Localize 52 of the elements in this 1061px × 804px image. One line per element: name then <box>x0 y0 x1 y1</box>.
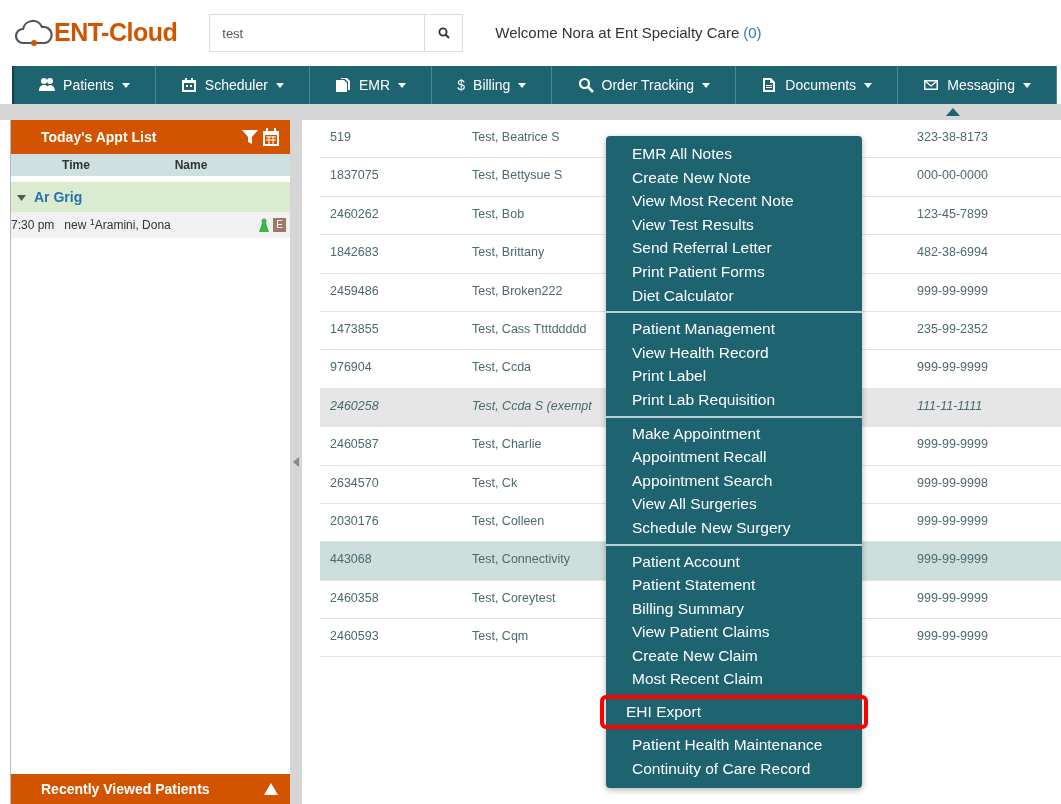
table-cell: Test, Cass Ttttddddd <box>472 321 587 336</box>
table-cell: Test, Connectivity <box>472 552 570 567</box>
table-cell: Test, Brittany <box>472 245 545 260</box>
table-cell: Test, Ck <box>472 475 518 490</box>
table-cell: Test, Colleen <box>472 513 545 528</box>
table-cell-text: 999-99-9999 <box>917 551 988 569</box>
panel-title: Today's Appt List <box>41 127 158 147</box>
table-cell: 1473855 <box>330 321 379 336</box>
panel-title: Recently Viewed Patients <box>41 779 211 799</box>
column-header: Time <box>61 157 91 174</box>
table-cell-text: 111-11-1111 <box>917 397 983 415</box>
table-cell-text: 999-99-9999 <box>917 436 988 454</box>
table-cell: 2460358 <box>330 590 379 605</box>
table-cell: 2460258 <box>330 398 379 413</box>
table-cell: 443068 <box>330 552 372 567</box>
table-cell: Test, Bettysue S <box>472 168 563 183</box>
table-cell: Test, Cqm <box>472 629 529 644</box>
table-cell: Test, Coreytest <box>472 590 556 605</box>
table-cell: Test, Beatrice S <box>472 130 560 144</box>
table-cell-text: 482-38-6994 <box>917 244 988 262</box>
table-cell-text: 235-99-2352 <box>917 320 988 338</box>
group-name: Ar Grig <box>34 187 83 207</box>
table-cell: Test, Ccda <box>472 360 532 375</box>
dollar-icon: $ <box>457 74 466 96</box>
table-cell: 2460262 <box>330 206 379 221</box>
table-cell-text: 123-45-7899 <box>917 205 988 223</box>
table-cell: 976904 <box>330 360 372 375</box>
table-cell: Test, Ccda S (exempt <box>472 398 592 413</box>
table-cell-text: 999-99-9999 <box>917 282 988 300</box>
table-cell: 2460593 <box>330 629 379 644</box>
table-cell: Test, Charlie <box>472 437 542 452</box>
table-cell: Test, Bob <box>472 206 525 221</box>
table-cell: 1837075 <box>330 168 379 183</box>
table-cell-text: 999-99-9999 <box>917 628 988 646</box>
table-cell-text: 999-99-9999 <box>917 589 988 607</box>
table-cell-text: 999-99-9998 <box>917 474 988 492</box>
table-cell: 519 <box>330 130 351 144</box>
status-badge: E <box>273 218 286 232</box>
table-cell: 2634570 <box>330 475 379 490</box>
table-cell: 2030176 <box>330 513 379 528</box>
table-cell-text: 999-99-9999 <box>917 512 988 530</box>
welcome-text: Welcome Nora at Ent Specialty Care <box>495 22 740 43</box>
table-cell-text: 999-99-9999 <box>917 359 988 377</box>
column-header: Name <box>173 157 209 174</box>
table-cell-text: 323-38-8173 <box>917 129 988 146</box>
table-cell-text: 000-00-0000 <box>917 167 988 185</box>
logo-text: ENT-Cloud <box>54 17 178 49</box>
table-cell: 2460587 <box>330 437 379 452</box>
table-cell: Test, Broken222 <box>472 283 563 298</box>
table-cell: 2459486 <box>330 283 379 298</box>
appointment-text: 7:30 pm new $^{1}$Aramini, Dona <box>11 216 171 234</box>
table-cell: 1842683 <box>330 245 379 260</box>
